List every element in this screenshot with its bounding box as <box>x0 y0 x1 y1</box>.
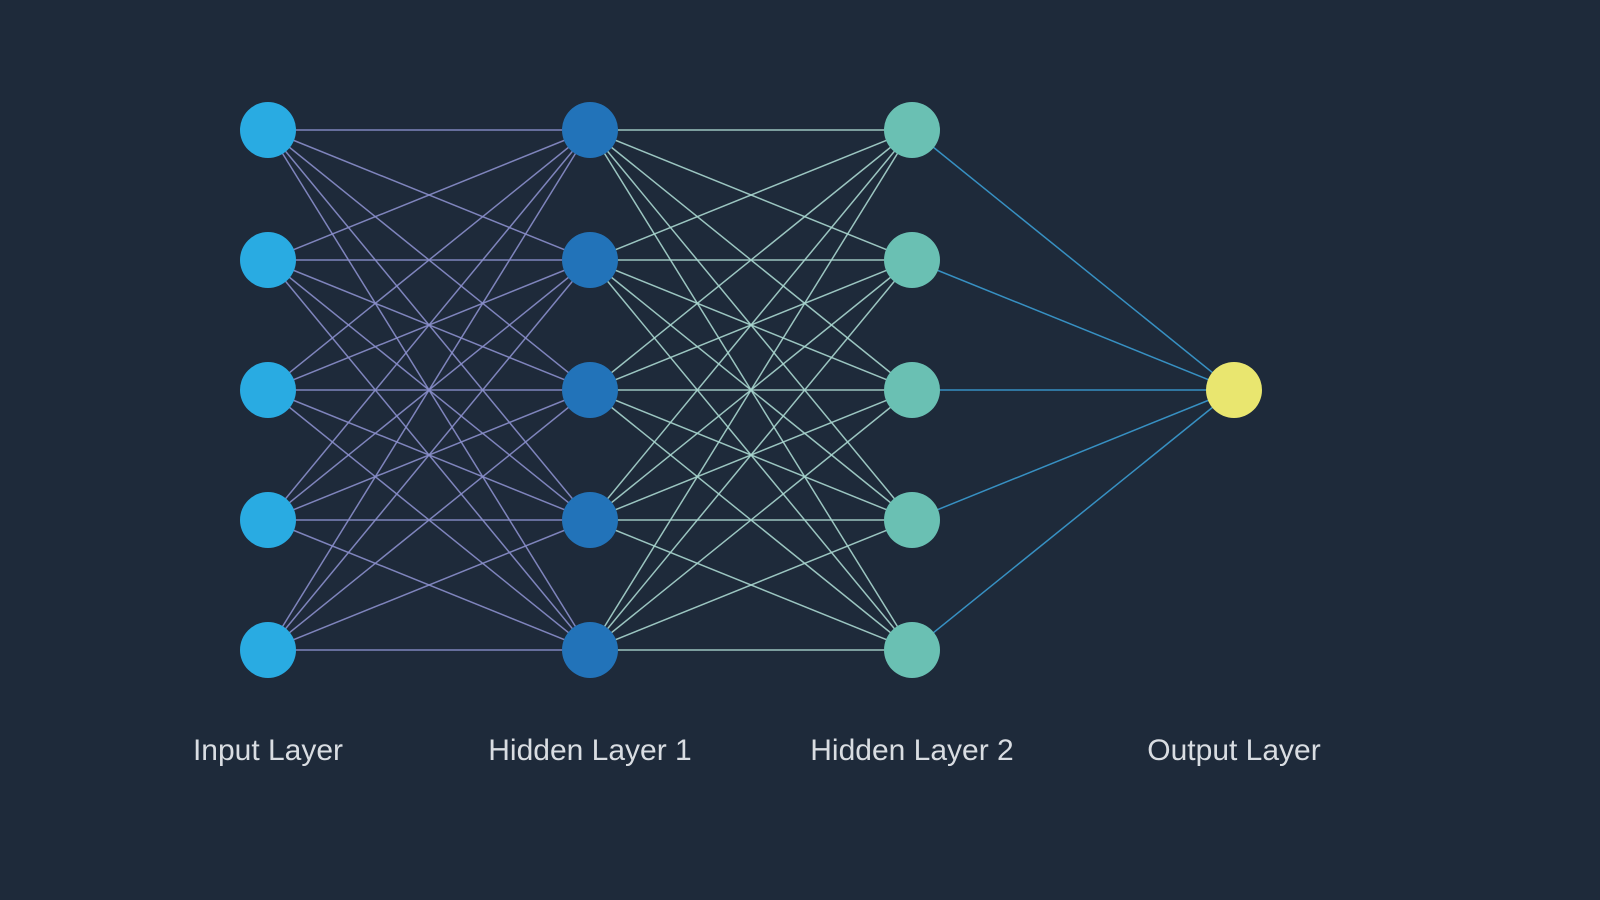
hidden2-label: Hidden Layer 2 <box>810 734 1013 767</box>
edge <box>912 390 1234 520</box>
edges-group <box>268 130 1234 650</box>
output-node <box>1206 362 1262 418</box>
hidden1-node <box>562 492 618 548</box>
hidden2-node <box>884 102 940 158</box>
hidden1-node <box>562 622 618 678</box>
input-node <box>240 102 296 158</box>
hidden1-node <box>562 232 618 288</box>
input-node <box>240 362 296 418</box>
hidden2-node <box>884 362 940 418</box>
hidden2-node <box>884 622 940 678</box>
input-node <box>240 232 296 288</box>
edge <box>912 260 1234 390</box>
hidden1-label: Hidden Layer 1 <box>488 734 691 767</box>
hidden2-node <box>884 232 940 288</box>
input-node <box>240 492 296 548</box>
edge <box>912 390 1234 650</box>
input-label: Input Layer <box>193 734 343 767</box>
hidden1-node <box>562 102 618 158</box>
labels-group: Input Layer Hidden Layer 1 Hidden Layer 2 O… <box>193 734 1321 767</box>
hidden2-node <box>884 492 940 548</box>
hidden1-node <box>562 362 618 418</box>
edge <box>912 130 1234 390</box>
input-node <box>240 622 296 678</box>
output-label: Output Layer <box>1147 734 1320 767</box>
neural-network-diagram: Input Layer Hidden Layer 1 Hidden Layer 2 O… <box>0 0 1600 900</box>
